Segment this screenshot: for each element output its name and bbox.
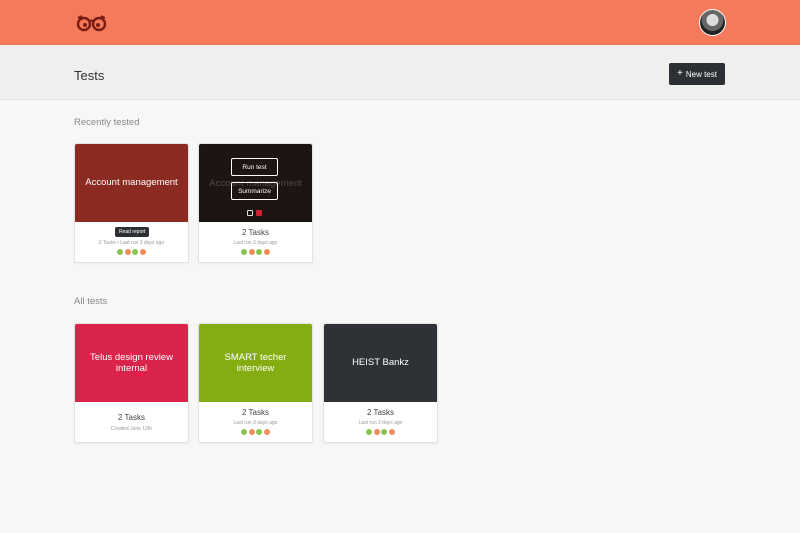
card-tasks: 2 Tasks xyxy=(242,228,269,237)
test-card[interactable]: Telus design review internal 2 Tasks Cre… xyxy=(74,323,189,443)
card-title: HEIST Bankz xyxy=(352,357,409,369)
page-title: Tests xyxy=(74,68,105,83)
card-tasks: 2 Tasks xyxy=(367,408,394,417)
summarize-button[interactable]: Summarize xyxy=(231,182,278,200)
status-dot xyxy=(373,429,380,435)
status-dot xyxy=(263,429,270,435)
new-test-label: New test xyxy=(685,69,717,79)
card-actions xyxy=(247,210,262,216)
status-dot xyxy=(381,429,388,435)
participant-dots xyxy=(324,429,437,435)
participant-dots xyxy=(199,429,312,435)
new-test-button[interactable]: + New test xyxy=(669,63,725,85)
owl-logo-icon[interactable] xyxy=(76,13,107,33)
card-tasks: 2 Tasks xyxy=(242,408,269,417)
card-cover[interactable]: Telus design review internal xyxy=(75,324,188,402)
status-dot xyxy=(241,429,248,435)
participant-dots xyxy=(75,249,188,255)
status-dot xyxy=(388,429,395,435)
card-tasks: 2 Tasks xyxy=(118,413,145,422)
card-meta: Last run 3 days ago xyxy=(233,240,278,246)
test-card[interactable]: SMART techer interview 2 Tasks Last run … xyxy=(198,323,313,443)
test-card-hovered[interactable]: Account management Run test Summarize 2 … xyxy=(198,143,313,263)
status-dot xyxy=(256,249,263,255)
all-tests-heading: All tests xyxy=(74,296,108,307)
card-title: Account management xyxy=(85,177,178,189)
status-dot xyxy=(248,249,255,255)
status-dot xyxy=(248,429,255,435)
edit-icon[interactable] xyxy=(247,210,253,216)
status-dot xyxy=(241,249,248,255)
status-dot xyxy=(132,249,139,255)
participant-dots xyxy=(199,249,312,255)
read-report-tooltip[interactable]: Read report xyxy=(115,227,150,237)
test-card[interactable]: Account management Read report 2 Tasks •… xyxy=(74,143,189,263)
status-dot xyxy=(117,249,124,255)
card-meta: Last run 3 days ago xyxy=(233,420,278,426)
status-dot xyxy=(366,429,373,435)
card-meta: 2 Tasks • Last run 3 days ago xyxy=(98,240,165,246)
trash-icon[interactable] xyxy=(256,210,262,216)
card-meta: Created June 12th xyxy=(110,426,153,432)
top-navigation-bar xyxy=(0,0,800,45)
user-avatar[interactable] xyxy=(699,9,726,36)
status-dot xyxy=(139,249,146,255)
status-dot xyxy=(256,429,263,435)
status-dot xyxy=(263,249,270,255)
card-title: SMART techer interview xyxy=(224,351,287,374)
run-test-button[interactable]: Run test xyxy=(231,158,278,176)
plus-icon: + xyxy=(677,68,683,79)
recently-tested-heading: Recently tested xyxy=(74,117,140,128)
status-dot xyxy=(124,249,131,255)
test-card[interactable]: HEIST Bankz 2 Tasks Last run 3 days ago xyxy=(323,323,438,443)
card-title: Telus design review internal xyxy=(90,351,173,374)
card-cover[interactable]: SMART techer interview xyxy=(199,324,312,402)
card-cover[interactable]: Account management xyxy=(75,144,188,222)
card-cover[interactable]: HEIST Bankz xyxy=(324,324,437,402)
card-meta: Last run 3 days ago xyxy=(358,420,403,426)
